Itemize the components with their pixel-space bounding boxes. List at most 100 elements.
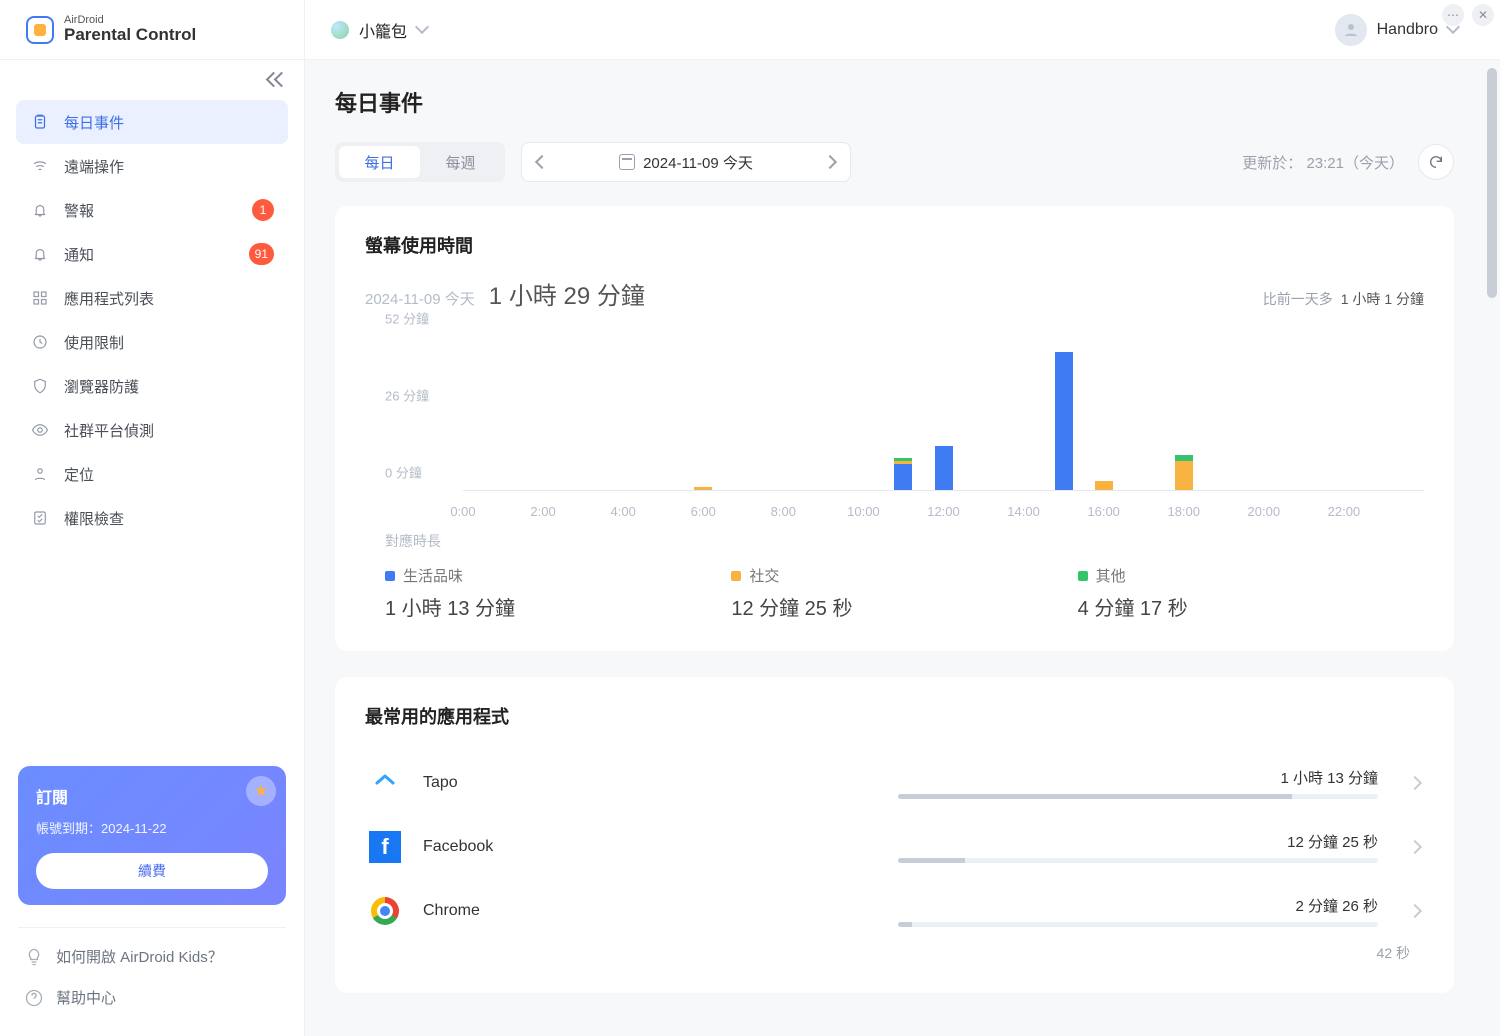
app-usage-bar [898, 794, 1378, 799]
x-tick: 10:00 [847, 504, 880, 519]
top-apps-card: 最常用的應用程式 Tapo1 小時 13 分鐘fFacebook12 分鐘 25… [335, 677, 1454, 993]
subscription-expiry: 帳號到期：2024-11-22 [36, 818, 268, 837]
x-tick: 4:00 [611, 504, 636, 519]
chart-bar [694, 487, 712, 490]
sidebar-item-2[interactable]: 警報 1 [16, 188, 288, 232]
app-name: Facebook [423, 838, 493, 856]
x-tick: 6:00 [691, 504, 716, 519]
user-pin-icon [30, 464, 50, 484]
subscription-card: ★ 訂閱 帳號到期：2024-11-22 續費 [18, 766, 286, 905]
help-center-label: 幫助中心 [56, 987, 116, 1008]
x-tick: 16:00 [1087, 504, 1120, 519]
wifi-icon [30, 156, 50, 176]
app-row[interactable]: fFacebook12 分鐘 25 秒 [365, 815, 1424, 879]
controls-row: 每日 每週 2024-11-09 今天 更新於： 23:21（今天） [335, 142, 1454, 182]
question-icon [24, 988, 44, 1008]
renew-button[interactable]: 續費 [36, 853, 268, 889]
date-next-button[interactable] [810, 143, 850, 181]
user-avatar-icon [1335, 14, 1367, 46]
sidebar-item-5[interactable]: 使用限制 [16, 320, 288, 364]
help-kids-link[interactable]: 如何開啟 AirDroid Kids？ [18, 936, 286, 977]
refresh-button[interactable] [1418, 144, 1454, 180]
legend-swatch-icon [731, 571, 741, 581]
x-tick: 22:00 [1328, 504, 1361, 519]
sidebar-item-1[interactable]: 遠端操作 [16, 144, 288, 188]
chart-bar [935, 446, 953, 490]
app-name: Chrome [423, 902, 480, 920]
sidebar-item-6[interactable]: 瀏覽器防護 [16, 364, 288, 408]
top-apps-title: 最常用的應用程式 [365, 703, 1424, 729]
sidebar-badge: 1 [252, 199, 274, 221]
sidebar-item-label: 瀏覽器防護 [64, 376, 139, 397]
sidebar-item-label: 使用限制 [64, 332, 124, 353]
window-more-icon[interactable]: ⋯ [1442, 4, 1464, 26]
screen-time-total: 1 小時 29 分鐘 [489, 276, 645, 311]
date-display[interactable]: 2024-11-09 今天 [562, 152, 810, 173]
facebook-icon: f [369, 831, 401, 863]
sidebar-item-4[interactable]: 應用程式列表 [16, 276, 288, 320]
chart-bar [894, 458, 912, 490]
scrollbar-thumb[interactable] [1487, 68, 1497, 298]
chevron-down-icon [417, 24, 429, 36]
screen-time-date: 2024-11-09 今天 [365, 288, 475, 309]
help-center-link[interactable]: 幫助中心 [18, 977, 286, 1018]
legend-item: 其他4 分鐘 17 秒 [1078, 565, 1424, 621]
sidebar-item-0[interactable]: 每日事件 [16, 100, 288, 144]
y-tick: 52 分鐘 [385, 309, 429, 328]
sidebar: 每日事件遠端操作警報 1 通知 91 應用程式列表使用限制瀏覽器防護社群平台偵測定位權限… [0, 60, 305, 1036]
sidebar-item-label: 應用程式列表 [64, 288, 154, 309]
brand-line2: Parental Control [64, 26, 196, 45]
main-scroll[interactable]: 每日事件 每日 每週 2024-11-09 今天 更新於： 23:21（今天） [305, 60, 1482, 1036]
updated-label: 更新於： 23:21（今天） [1242, 144, 1454, 180]
topbar: AirDroid Parental Control 小籠包 Handbro [0, 0, 1500, 60]
sidebar-item-label: 警報 [64, 200, 94, 221]
legend-swatch-icon [1078, 571, 1088, 581]
compare-value: 1 小時 1 分鐘 [1341, 289, 1424, 309]
star-icon: ★ [246, 776, 276, 806]
screen-time-chart: 0 分鐘26 分鐘52 分鐘0:002:004:006:008:0010:001… [385, 329, 1424, 519]
help-kids-label: 如何開啟 AirDroid Kids？ [56, 946, 223, 967]
sidebar-item-8[interactable]: 定位 [16, 452, 288, 496]
chrome-icon [369, 895, 401, 927]
chevron-right-icon [1410, 778, 1420, 788]
sidebar-item-label: 每日事件 [64, 112, 124, 133]
tab-weekly[interactable]: 每週 [420, 146, 501, 178]
trailing-time: 42 秒 [365, 943, 1424, 963]
tab-daily[interactable]: 每日 [339, 146, 420, 178]
sidebar-item-3[interactable]: 通知 91 [16, 232, 288, 276]
app-usage-bar [898, 922, 1378, 927]
chart-bar [1175, 455, 1193, 490]
sidebar-item-label: 社群平台偵測 [64, 420, 154, 441]
shield-icon [30, 376, 50, 396]
scrollbar[interactable] [1486, 68, 1498, 1028]
sidebar-badge: 91 [249, 243, 274, 265]
sidebar-item-9[interactable]: 權限檢查 [16, 496, 288, 540]
calendar-icon [619, 154, 635, 170]
page-title: 每日事件 [335, 86, 1454, 118]
compare-prefix: 比前一天多 [1263, 289, 1333, 309]
date-navigator: 2024-11-09 今天 [521, 142, 851, 182]
eye-icon [30, 420, 50, 440]
chevron-right-icon [1410, 906, 1420, 916]
sidebar-item-label: 通知 [64, 244, 94, 265]
device-avatar-icon [331, 21, 349, 39]
bell-icon [30, 244, 50, 264]
date-prev-button[interactable] [522, 143, 562, 181]
app-row[interactable]: Chrome2 分鐘 26 秒 [365, 879, 1424, 943]
screen-time-title: 螢幕使用時間 [365, 232, 1424, 258]
x-tick: 12:00 [927, 504, 960, 519]
x-tick: 20:00 [1248, 504, 1281, 519]
app-usage-bar [898, 858, 1378, 863]
sidebar-item-7[interactable]: 社群平台偵測 [16, 408, 288, 452]
lightbulb-icon [24, 947, 44, 967]
app-name: Tapo [423, 774, 458, 792]
checklist-icon [30, 508, 50, 528]
tapo-icon [369, 767, 401, 799]
app-time: 1 小時 13 分鐘 [1280, 767, 1378, 788]
sidebar-item-label: 定位 [64, 464, 94, 485]
device-picker[interactable]: 小籠包 [331, 18, 429, 42]
window-close-icon[interactable]: ✕ [1472, 4, 1494, 26]
screen-time-card: 螢幕使用時間 2024-11-09 今天 1 小時 29 分鐘 比前一天多 1 … [335, 206, 1454, 651]
sidebar-collapse-icon[interactable] [266, 68, 288, 90]
app-row[interactable]: Tapo 1 小時 13 分鐘 [365, 751, 1424, 815]
